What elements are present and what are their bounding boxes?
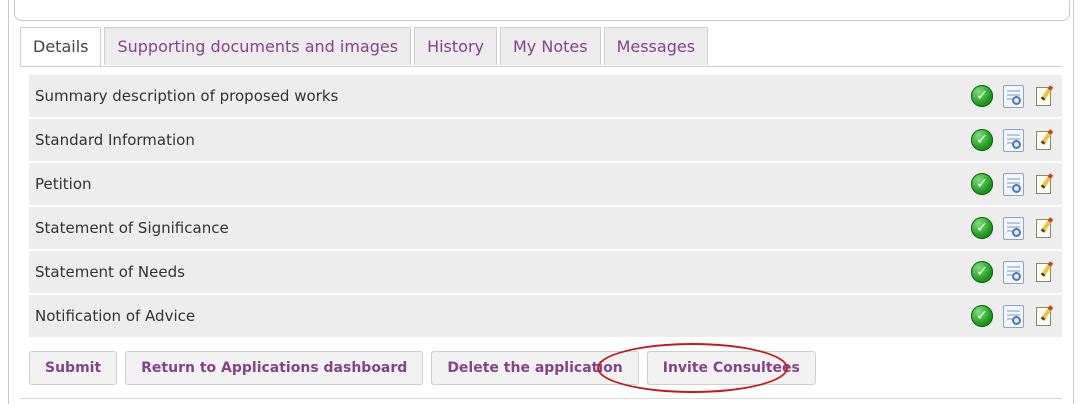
top-panel <box>14 0 1070 21</box>
check-circle-icon: ✓ <box>971 85 993 107</box>
row-actions: ✓ <box>971 260 1058 284</box>
view-document-icon[interactable] <box>1003 172 1024 196</box>
submit-button[interactable]: Submit <box>29 351 118 385</box>
bottom-divider <box>20 398 1062 399</box>
row-actions: ✓ <box>971 172 1058 196</box>
section-label: Statement of Needs <box>35 263 185 281</box>
edit-icon[interactable] <box>1034 172 1058 196</box>
section-row-statement-of-needs: Statement of Needs ✓ <box>29 251 1062 294</box>
check-circle-icon: ✓ <box>971 217 993 239</box>
tab-divider <box>20 66 1062 67</box>
invite-consultees-button[interactable]: Invite Consultees <box>646 351 816 385</box>
section-row-statement-of-significance: Statement of Significance ✓ <box>29 207 1062 250</box>
check-circle-icon: ✓ <box>971 261 993 283</box>
edit-icon[interactable] <box>1034 304 1058 328</box>
action-bar: Submit Return to Applications dashboard … <box>29 351 816 385</box>
section-row-standard-information: Standard Information ✓ <box>29 119 1062 162</box>
edit-icon[interactable] <box>1034 260 1058 284</box>
view-document-icon[interactable] <box>1003 128 1024 152</box>
edit-icon[interactable] <box>1034 216 1058 240</box>
section-row-petition: Petition ✓ <box>29 163 1062 206</box>
edit-icon[interactable] <box>1034 84 1058 108</box>
tab-history[interactable]: History <box>414 27 497 65</box>
check-circle-icon: ✓ <box>971 305 993 327</box>
view-document-icon[interactable] <box>1003 260 1024 284</box>
view-document-icon[interactable] <box>1003 304 1024 328</box>
section-label: Standard Information <box>35 131 195 149</box>
row-actions: ✓ <box>971 84 1058 108</box>
row-actions: ✓ <box>971 216 1058 240</box>
section-label: Petition <box>35 175 92 193</box>
delete-application-button[interactable]: Delete the application <box>431 351 639 385</box>
tab-bar: Details Supporting documents and images … <box>20 27 711 67</box>
edit-icon[interactable] <box>1034 128 1058 152</box>
section-list: Summary description of proposed works ✓ … <box>29 75 1062 339</box>
section-label: Statement of Significance <box>35 219 229 237</box>
tab-details[interactable]: Details <box>20 27 102 67</box>
row-actions: ✓ <box>971 304 1058 328</box>
section-row-summary: Summary description of proposed works ✓ <box>29 75 1062 118</box>
check-circle-icon: ✓ <box>971 173 993 195</box>
view-document-icon[interactable] <box>1003 84 1024 108</box>
tab-supporting-documents[interactable]: Supporting documents and images <box>104 27 412 65</box>
section-label: Notification of Advice <box>35 307 196 325</box>
section-row-notification-of-advice: Notification of Advice ✓ <box>29 295 1062 338</box>
tab-my-notes[interactable]: My Notes <box>499 27 601 65</box>
section-label: Summary description of proposed works <box>35 87 339 105</box>
check-circle-icon: ✓ <box>971 129 993 151</box>
row-actions: ✓ <box>971 128 1058 152</box>
view-document-icon[interactable] <box>1003 216 1024 240</box>
return-to-dashboard-button[interactable]: Return to Applications dashboard <box>125 351 424 385</box>
tab-messages[interactable]: Messages <box>603 27 709 65</box>
